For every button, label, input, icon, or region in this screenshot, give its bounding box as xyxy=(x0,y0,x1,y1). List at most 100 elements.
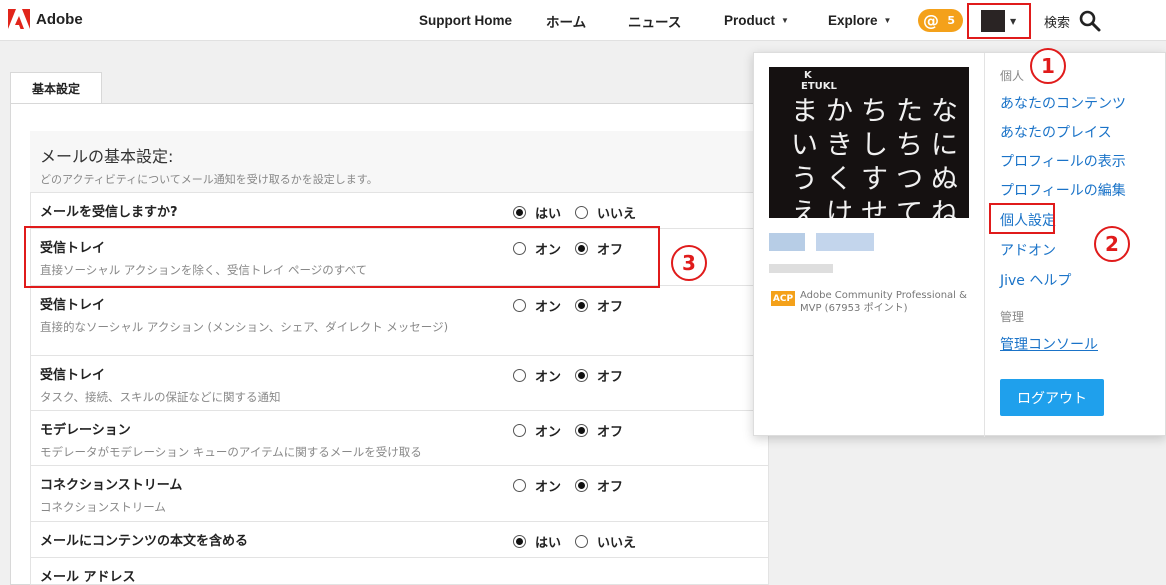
radio-label: オフ xyxy=(597,300,624,315)
setting-description: コネクションストリーム xyxy=(40,500,166,514)
radio-button[interactable] xyxy=(513,424,526,437)
badge-description: Adobe Community Professional & MVP (6795… xyxy=(800,290,967,314)
profile-image-text: ETUKL xyxy=(801,81,837,92)
radio-label: いいえ xyxy=(597,536,637,551)
nav-label: Explore xyxy=(828,13,878,28)
setting-description: モデレータがモデレーション キューのアイテムに関するメールを受け取る xyxy=(40,445,422,459)
menu-jive-help[interactable]: Jive ヘルプ xyxy=(1000,270,1071,290)
radio-label: はい xyxy=(535,536,562,551)
setting-row-email-address: メール アドレス xyxy=(30,558,769,585)
section-subtitle: どのアクティビティについてメール通知を受け取るかを設定します。 xyxy=(40,173,378,186)
menu-your-places[interactable]: あなたのプレイス xyxy=(1000,122,1112,142)
tab-label: 基本設定 xyxy=(31,82,80,96)
radio-off[interactable]: オフ xyxy=(575,421,623,440)
top-navigation-bar: Adobe Support Home ホーム ニュース Product ▼ Exp… xyxy=(0,0,1166,41)
radio-yes[interactable]: はい xyxy=(513,532,561,551)
annotation-marker-3: 3 xyxy=(671,245,707,281)
tab-basic-settings[interactable]: 基本設定 xyxy=(10,72,102,104)
radio-label: はい xyxy=(535,207,562,222)
nav-label: Product xyxy=(724,13,776,28)
radio-button[interactable] xyxy=(575,479,589,492)
menu-edit-profile[interactable]: プロフィールの編集 xyxy=(1000,180,1126,200)
radio-on[interactable]: オン xyxy=(513,366,561,385)
setting-row-inbox-social: 受信トレイ 直接的なソーシャル アクション (メンション、シェア、ダイレクト メ… xyxy=(30,286,769,356)
chevron-down-icon: ▼ xyxy=(781,16,789,25)
radio-label: オン xyxy=(535,300,562,315)
nav-label: ホーム xyxy=(546,14,587,30)
radio-button[interactable] xyxy=(575,369,589,382)
search-label[interactable]: 検索 xyxy=(1044,12,1070,31)
radio-button[interactable] xyxy=(513,535,526,548)
radio-group: オン オフ xyxy=(513,421,637,440)
blurred-name xyxy=(769,233,805,251)
nav-support-home[interactable]: Support Home xyxy=(419,0,512,41)
radio-on[interactable]: オン xyxy=(513,296,561,315)
radio-on[interactable]: オン xyxy=(513,476,561,495)
radio-label: いいえ xyxy=(597,207,637,222)
profile-image-text: K xyxy=(804,70,812,81)
nav-explore[interactable]: Explore ▼ xyxy=(828,0,891,41)
radio-label: オン xyxy=(535,370,562,385)
radio-button[interactable] xyxy=(575,299,589,312)
setting-title: コネクションストリーム xyxy=(40,478,183,493)
personal-heading: 個人 xyxy=(1000,69,1025,83)
radio-button[interactable] xyxy=(513,369,526,382)
setting-row-moderation: モデレーション モデレータがモデレーション キューのアイテムに関するメールを受け… xyxy=(30,411,769,466)
search-icon[interactable] xyxy=(1078,9,1102,33)
radio-label: オフ xyxy=(597,370,624,385)
profile-card: K ETUKL まかちたな いきしちに うくすつぬ えけせてね ACP Adob… xyxy=(754,53,985,437)
radio-button[interactable] xyxy=(575,535,589,548)
adobe-logo[interactable]: Adobe xyxy=(8,9,83,29)
nav-label: Support Home xyxy=(419,13,512,28)
setting-row-inbox-tasks: 受信トレイ タスク、接続、スキルの保証などに関する通知 オン オフ xyxy=(30,356,769,411)
menu-your-content[interactable]: あなたのコンテンツ xyxy=(1000,93,1126,113)
avatar xyxy=(981,10,1005,32)
radio-label: オン xyxy=(535,425,562,440)
nav-product[interactable]: Product ▼ xyxy=(724,0,789,41)
notification-count: 5 xyxy=(947,14,955,27)
radio-button[interactable] xyxy=(513,206,526,219)
mentions-badge[interactable]: @ 5 xyxy=(918,9,963,32)
chevron-down-icon: ▼ xyxy=(1010,16,1017,26)
radio-group: オン オフ xyxy=(513,296,637,315)
radio-button[interactable] xyxy=(575,424,589,437)
highlight-preferences xyxy=(989,203,1055,234)
chevron-down-icon: ▼ xyxy=(883,16,892,25)
radio-on[interactable]: オン xyxy=(513,421,561,440)
radio-no[interactable]: いいえ xyxy=(575,532,636,551)
annotation-marker-2: 2 xyxy=(1094,226,1130,262)
nav-label: ニュース xyxy=(628,14,682,30)
setting-title: メール アドレス xyxy=(40,570,136,585)
blurred-name xyxy=(816,233,874,251)
logout-button[interactable]: ログアウト xyxy=(1000,379,1104,416)
menu-admin-console[interactable]: 管理コンソール xyxy=(1000,334,1098,354)
annotation-marker-1: 1 xyxy=(1030,48,1066,84)
radio-label: オフ xyxy=(597,480,624,495)
menu-add-ons[interactable]: アドオン xyxy=(1000,240,1056,260)
setting-row-receive-email: メールを受信しますか? はい いいえ xyxy=(30,193,769,229)
at-icon: @ xyxy=(923,11,939,30)
radio-label: オフ xyxy=(597,425,624,440)
adobe-logo-icon xyxy=(8,9,30,29)
radio-off[interactable]: オフ xyxy=(575,296,623,315)
menu-view-profile[interactable]: プロフィールの表示 xyxy=(1000,151,1126,171)
radio-group: はい いいえ xyxy=(513,203,650,222)
user-menu-button[interactable]: ▼ xyxy=(967,3,1031,39)
radio-yes[interactable]: はい xyxy=(513,203,561,222)
setting-description: タスク、接続、スキルの保証などに関する通知 xyxy=(40,390,281,404)
radio-button[interactable] xyxy=(513,479,526,492)
highlight-inbox-row xyxy=(24,226,660,288)
setting-title: モデレーション xyxy=(40,423,131,438)
setting-title: 受信トレイ xyxy=(40,298,106,313)
radio-no[interactable]: いいえ xyxy=(575,203,636,222)
setting-description: 直接的なソーシャル アクション (メンション、シェア、ダイレクト メッセージ) xyxy=(40,320,449,334)
radio-button[interactable] xyxy=(513,299,526,312)
radio-group: オン オフ xyxy=(513,476,637,495)
nav-news[interactable]: ニュース xyxy=(628,0,681,41)
radio-button[interactable] xyxy=(575,206,589,219)
radio-off[interactable]: オフ xyxy=(575,476,623,495)
nav-home[interactable]: ホーム xyxy=(546,0,586,41)
setting-title: メールにコンテンツの本文を含める xyxy=(40,534,249,549)
radio-off[interactable]: オフ xyxy=(575,366,623,385)
setting-row-connection-stream: コネクションストリーム コネクションストリーム オン オフ xyxy=(30,466,769,522)
